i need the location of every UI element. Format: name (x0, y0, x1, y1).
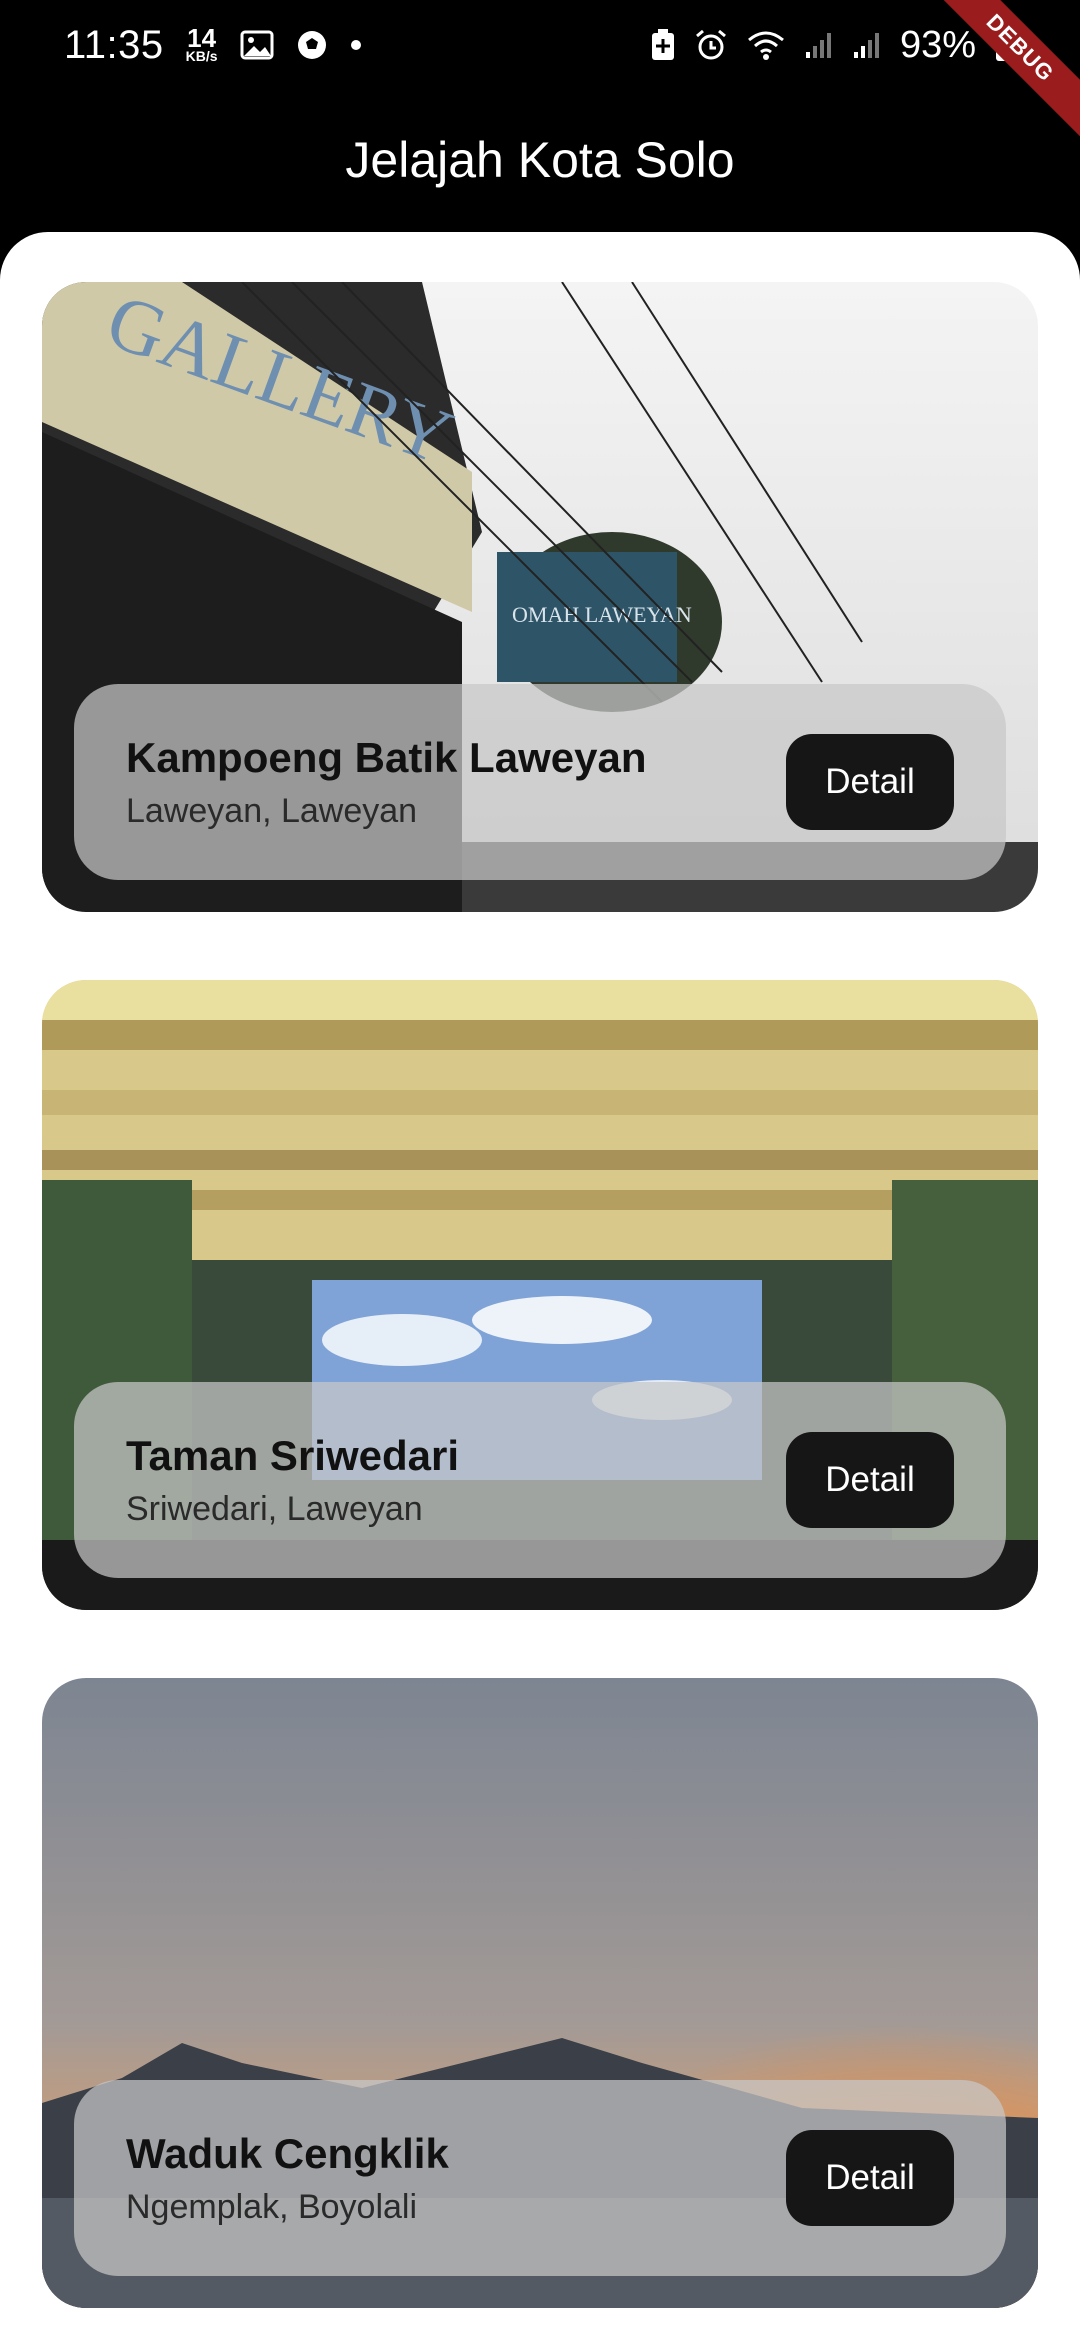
gallery-icon (240, 30, 274, 60)
detail-button[interactable]: Detail (786, 1432, 954, 1528)
place-info-panel: Kampoeng Batik Laweyan Laweyan, Laweyan … (74, 684, 1006, 880)
alarm-icon (695, 29, 726, 60)
place-card[interactable]: Waduk Cengklik Ngemplak, Boyolali Detail (42, 1678, 1038, 2308)
status-time: 11:35 (64, 22, 164, 67)
page-title: Jelajah Kota Solo (345, 132, 735, 188)
network-speed-value: 14 (187, 23, 217, 53)
place-name: Kampoeng Batik Laweyan (126, 733, 647, 781)
detail-button[interactable]: Detail (786, 734, 954, 830)
status-bar: 11:35 14 KB/s 93% (0, 0, 1080, 90)
signal-strength-icon-2 (853, 33, 879, 58)
network-speed-unit: KB/s (185, 48, 218, 65)
place-name: Waduk Cengklik (126, 2129, 449, 2177)
notification-dot-icon (350, 40, 361, 50)
place-location: Sriwedari, Laweyan (126, 1489, 423, 1528)
place-name: Taman Sriwedari (126, 1431, 460, 1479)
status-right: 93% (650, 24, 1016, 67)
battery-percentage: 93% (899, 23, 976, 66)
signal-strength-icon (805, 33, 831, 58)
wifi-icon (747, 31, 784, 60)
place-info-panel: Taman Sriwedari Sriwedari, Laweyan Detai… (74, 1382, 1006, 1578)
battery-saver-icon (651, 29, 674, 60)
places-list[interactable]: GALLERY OMAH LAWEYAN Kampoeng Batik Lawe… (0, 232, 1080, 2340)
status-left: 11:35 14 KB/s (64, 23, 362, 68)
place-text: Kampoeng Batik Laweyan Laweyan, Laweyan (126, 734, 646, 831)
network-speed: 14 KB/s (185, 23, 218, 65)
place-card[interactable]: GALLERY OMAH LAWEYAN Kampoeng Batik Lawe… (42, 282, 1038, 912)
place-location: Laweyan, Laweyan (126, 791, 418, 830)
app-bar: Jelajah Kota Solo (0, 90, 1080, 230)
place-text: Waduk Cengklik Ngemplak, Boyolali (126, 2130, 449, 2227)
place-location: Ngemplak, Boyolali (126, 2187, 418, 2226)
place-text: Taman Sriwedari Sriwedari, Laweyan (126, 1432, 459, 1529)
soccer-ball-icon (297, 31, 326, 59)
place-info-panel: Waduk Cengklik Ngemplak, Boyolali Detail (74, 2080, 1006, 2276)
place-card[interactable]: Taman Sriwedari Sriwedari, Laweyan Detai… (42, 980, 1038, 1610)
detail-button[interactable]: Detail (786, 2130, 954, 2226)
